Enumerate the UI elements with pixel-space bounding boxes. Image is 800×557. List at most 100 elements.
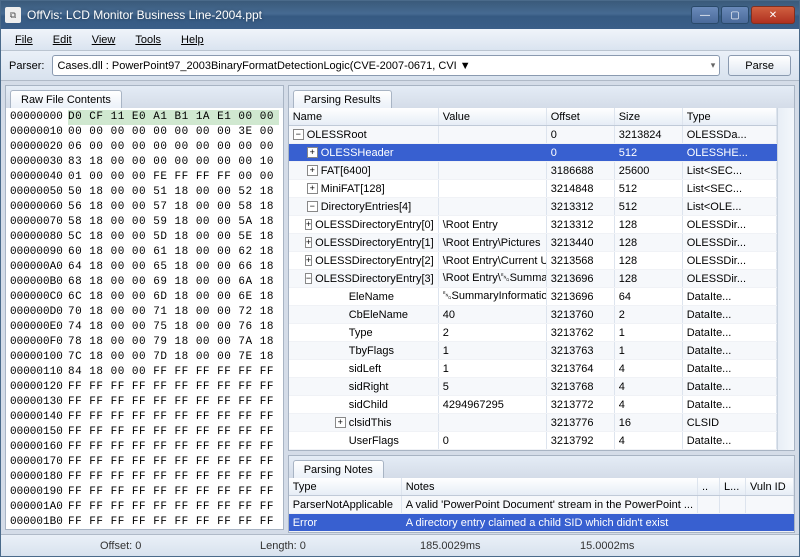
maximize-button[interactable]: ▢ [721, 6, 749, 24]
hex-row[interactable]: 000001A0FF FF FF FF FF FF FF FF FF FF [10, 500, 279, 515]
tree-row[interactable]: −DirectoryEntries[4]3213312512List<OLE..… [289, 198, 777, 216]
note-row[interactable]: ParserNotApplicableA valid 'PowerPoint D… [289, 496, 794, 514]
tree-row[interactable]: −OLESSRoot03213824OLESSDa... [289, 126, 777, 144]
parser-select-value: Cases.dll : PowerPoint97_2003BinaryForma… [57, 60, 470, 72]
hex-address: 00000050 [10, 185, 68, 200]
expand-icon[interactable]: + [307, 165, 318, 176]
hex-row[interactable]: 0000006056 18 00 00 57 18 00 00 58 18 [10, 200, 279, 215]
hex-row[interactable]: 00000130FF FF FF FF FF FF FF FF FF FF [10, 395, 279, 410]
tree-row[interactable]: Type232137621DataIte... [289, 324, 777, 342]
hex-bytes: FF FF FF FF FF FF FF FF FF FF [68, 440, 279, 455]
hex-row[interactable]: 000000805C 18 00 00 5D 18 00 00 5E 18 [10, 230, 279, 245]
hex-bytes: FF FF FF FF FF FF FF FF FF FF [68, 455, 279, 470]
cell-size: 128 [615, 252, 683, 269]
col-offset[interactable]: Offset [547, 108, 615, 125]
hex-row[interactable]: 00000120FF FF FF FF FF FF FF FF FF FF [10, 380, 279, 395]
hex-row[interactable]: 00000190FF FF FF FF FF FF FF FF FF FF [10, 485, 279, 500]
hex-row[interactable]: 000000E074 18 00 00 75 18 00 00 76 18 [10, 320, 279, 335]
hex-row[interactable]: 000001B0FF FF FF FF FF FF FF FF FF FF [10, 515, 279, 529]
cell-type: OLESSDir... [683, 234, 777, 251]
hex-row[interactable]: 00000150FF FF FF FF FF FF FF FF FF FF [10, 425, 279, 440]
col-note-3[interactable]: Vuln ID [746, 478, 794, 495]
tree-row[interactable]: +OLESSDirectoryEntry[0]\Root Entry321331… [289, 216, 777, 234]
tree-row[interactable]: sidChild429496729532137724DataIte... [289, 396, 777, 414]
col-name[interactable]: Name [289, 108, 439, 125]
col-value[interactable]: Value [439, 108, 547, 125]
results-scrollbar[interactable] [777, 108, 794, 450]
node-name: OLESSDirectoryEntry[1] [315, 237, 434, 249]
collapse-icon[interactable]: − [293, 129, 304, 140]
tree-row[interactable]: TbyFlags132137631DataIte... [289, 342, 777, 360]
menu-view[interactable]: View [84, 32, 124, 48]
titlebar[interactable]: ⧉ OffVis: LCD Monitor Business Line-2004… [1, 1, 799, 29]
hex-bytes: 84 18 00 00 FF FF FF FF FF FF [68, 365, 279, 380]
col-type[interactable]: Type [683, 108, 777, 125]
col-note-1[interactable]: .. [698, 478, 720, 495]
expand-icon[interactable]: + [305, 255, 312, 266]
tab-parsing-results[interactable]: Parsing Results [293, 90, 392, 109]
hex-row[interactable]: 0000002006 00 00 00 00 00 00 00 00 00 [10, 140, 279, 155]
close-button[interactable]: ✕ [751, 6, 795, 24]
hex-row[interactable]: 0000001000 00 00 00 00 00 00 00 3E 00 [10, 125, 279, 140]
tree-row[interactable]: EleName␅SummaryInformation ...321369664D… [289, 288, 777, 306]
hex-row[interactable]: 0000003083 18 00 00 00 00 00 00 00 10 [10, 155, 279, 170]
tree-row[interactable]: sidRight532137684DataIte... [289, 378, 777, 396]
tab-parsing-notes[interactable]: Parsing Notes [293, 460, 384, 479]
expand-icon[interactable]: + [307, 147, 318, 158]
parser-select[interactable]: Cases.dll : PowerPoint97_2003BinaryForma… [52, 55, 720, 76]
hex-row[interactable]: 0000005050 18 00 00 51 18 00 00 52 18 [10, 185, 279, 200]
menu-file[interactable]: File [7, 32, 41, 48]
hex-row[interactable]: 000000C06C 18 00 00 6D 18 00 00 6E 18 [10, 290, 279, 305]
expand-icon[interactable]: + [305, 237, 312, 248]
tree-row[interactable]: sidLeft132137644DataIte... [289, 360, 777, 378]
tree-row[interactable]: +OLESSDirectoryEntry[1]\Root Entry\Pictu… [289, 234, 777, 252]
menubar: File Edit View Tools Help [1, 29, 799, 51]
tree-row[interactable]: +FAT[6400]318668825600List<SEC... [289, 162, 777, 180]
tree-row[interactable]: +OLESSHeader0512OLESSHE... [289, 144, 777, 162]
hex-row[interactable]: 0000004001 00 00 00 FE FF FF FF 00 00 [10, 170, 279, 185]
results-tree[interactable]: Name Value Offset Size Type −OLESSRoot03… [289, 108, 777, 450]
expand-icon[interactable]: + [335, 417, 346, 428]
tree-row[interactable]: +clsidThis321377616CLSID [289, 414, 777, 432]
hex-row[interactable]: 0000011084 18 00 00 FF FF FF FF FF FF [10, 365, 279, 380]
hex-row[interactable]: 0000009060 18 00 00 61 18 00 00 62 18 [10, 245, 279, 260]
expand-icon[interactable]: + [305, 219, 312, 230]
hex-row[interactable]: 00000140FF FF FF FF FF FF FF FF FF FF [10, 410, 279, 425]
menu-tools[interactable]: Tools [127, 32, 169, 48]
hex-address: 00000100 [10, 350, 68, 365]
cell-value: \Root Entry [439, 216, 547, 233]
hex-row[interactable]: 000000A064 18 00 00 65 18 00 00 66 18 [10, 260, 279, 275]
col-size[interactable]: Size [615, 108, 683, 125]
hex-view[interactable]: 00000000D0 CF 11 E0 A1 B1 1A E1 00 00000… [6, 108, 283, 529]
hex-row[interactable]: 000001007C 18 00 00 7D 18 00 00 7E 18 [10, 350, 279, 365]
tree-row[interactable]: +MiniFAT[128]3214848512List<SEC... [289, 180, 777, 198]
notes-grid[interactable]: Type Notes .. L... Vuln ID ParserNotAppl… [289, 478, 794, 532]
hex-row[interactable]: 000000D070 18 00 00 71 18 00 00 72 18 [10, 305, 279, 320]
hex-row[interactable]: 0000007058 18 00 00 59 18 00 00 5A 18 [10, 215, 279, 230]
note-row[interactable]: ErrorA directory entry claimed a child S… [289, 514, 794, 532]
col-note-type[interactable]: Type [289, 478, 402, 495]
hex-row[interactable]: 000000B068 18 00 00 69 18 00 00 6A 18 [10, 275, 279, 290]
col-note-2[interactable]: L... [720, 478, 746, 495]
menu-edit[interactable]: Edit [45, 32, 80, 48]
tree-row[interactable]: +OLESSDirectoryEntry[2]\Root Entry\Curre… [289, 252, 777, 270]
hex-bytes: 06 00 00 00 00 00 00 00 00 00 [68, 140, 279, 155]
tree-row[interactable]: UserFlags032137924DataIte... [289, 432, 777, 450]
menu-help[interactable]: Help [173, 32, 212, 48]
tree-row[interactable]: CbEleName4032137602DataIte... [289, 306, 777, 324]
tree-row[interactable]: −OLESSDirectoryEntry[3]\Root Entry\␅Summ… [289, 270, 777, 288]
collapse-icon[interactable]: − [307, 201, 318, 212]
status-time2: 15.0002ms [580, 540, 700, 552]
minimize-button[interactable]: — [691, 6, 719, 24]
hex-row[interactable]: 00000160FF FF FF FF FF FF FF FF FF FF [10, 440, 279, 455]
expand-icon[interactable]: + [307, 183, 318, 194]
hex-row[interactable]: 000000F078 18 00 00 79 18 00 00 7A 18 [10, 335, 279, 350]
col-note-notes[interactable]: Notes [402, 478, 698, 495]
parse-button[interactable]: Parse [728, 55, 791, 76]
hex-row[interactable]: 00000180FF FF FF FF FF FF FF FF FF FF [10, 470, 279, 485]
hex-row[interactable]: 00000170FF FF FF FF FF FF FF FF FF FF [10, 455, 279, 470]
node-name: clsidThis [349, 417, 392, 429]
collapse-icon[interactable]: − [305, 273, 312, 284]
tab-raw-file[interactable]: Raw File Contents [10, 90, 122, 109]
hex-row[interactable]: 00000000D0 CF 11 E0 A1 B1 1A E1 00 00 [10, 110, 279, 125]
